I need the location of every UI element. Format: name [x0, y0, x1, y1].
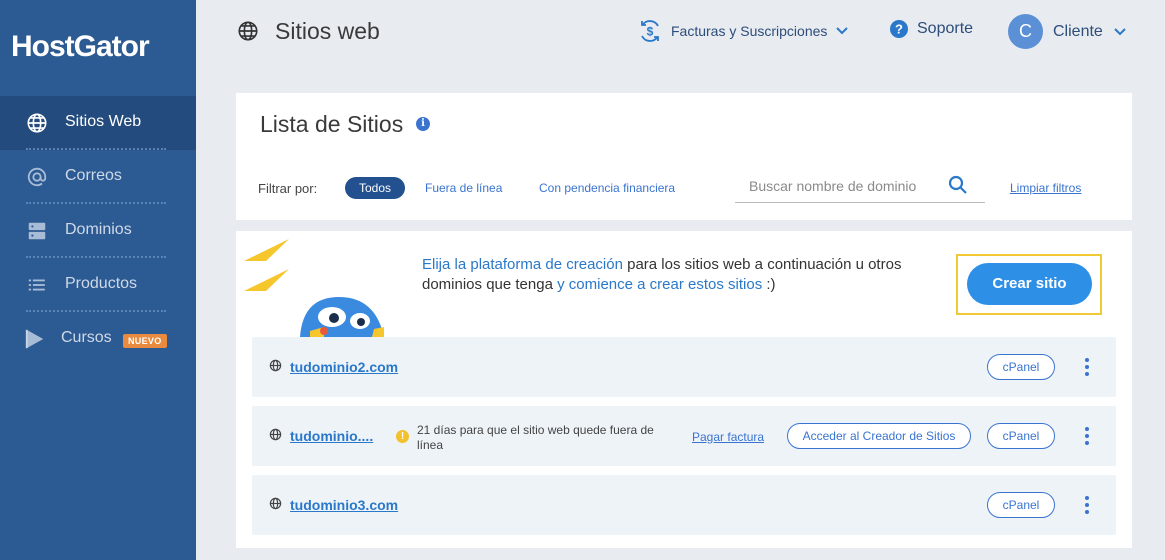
svg-text:?: ? — [895, 22, 903, 37]
sidebar-item-label: Dominios — [65, 221, 132, 238]
list-title: Lista de Sitios — [260, 111, 404, 137]
sidebar-item-sitios-web[interactable]: Sitios Web — [0, 96, 196, 150]
list-icon — [28, 279, 45, 291]
new-badge: NUEVO — [123, 334, 167, 348]
sidebar-item-label: Cursos — [61, 329, 112, 346]
site-list-header: Lista de Sitios i Filtrar por: Todos Fue… — [236, 93, 1132, 220]
globe-icon — [269, 359, 282, 372]
cpanel-button[interactable]: cPanel — [987, 423, 1055, 449]
page-title: Sitios web — [275, 18, 380, 44]
site-builder-button[interactable]: Acceder al Creador de Sitios — [787, 423, 971, 449]
sidebar-item-productos[interactable]: Productos — [0, 258, 196, 312]
globe-icon — [269, 497, 282, 510]
filter-label: Filtrar por: — [258, 181, 318, 196]
sidebar-item-label: Productos — [65, 275, 138, 292]
dollar-cycle-icon: $ — [641, 20, 659, 42]
sidebar: HostGator Sitios Web Correos Dominios Pr… — [0, 0, 196, 560]
cpanel-button[interactable]: cPanel — [987, 492, 1055, 518]
promo-link-platform[interactable]: Elija la plataforma de creación — [422, 256, 623, 273]
hostgator-logo[interactable]: HostGator — [11, 30, 150, 64]
pay-invoice-link[interactable]: Pagar factura — [692, 430, 764, 444]
chevron-down-icon — [836, 27, 849, 35]
domain-link[interactable]: tudominio3.com — [290, 497, 398, 513]
sidebar-item-label: Correos — [65, 167, 122, 184]
globe-icon — [238, 21, 258, 41]
billing-label: Facturas y Suscripciones — [671, 23, 828, 39]
domain-link[interactable]: tudominio.... — [290, 428, 373, 444]
filter-financial-pending[interactable]: Con pendencia financiera — [539, 181, 675, 195]
play-icon — [25, 329, 44, 349]
offline-warning: 21 días para que el sitio web quede fuer… — [417, 423, 654, 452]
user-name: Cliente — [1053, 22, 1103, 40]
help-icon: ? — [890, 20, 908, 38]
promo-link-create[interactable]: y comience a crear estos sitios — [557, 276, 762, 293]
billing-menu[interactable]: $ Facturas y Suscripciones — [637, 18, 849, 44]
avatar: C — [1008, 14, 1043, 49]
table-row: tudominio3.com cPanel — [252, 475, 1116, 535]
sidebar-item-correos[interactable]: Correos — [0, 150, 196, 204]
sidebar-item-cursos[interactable]: Cursos NUEVO — [0, 312, 196, 366]
search-input[interactable] — [749, 178, 949, 194]
create-site-button[interactable]: Crear sitio — [967, 263, 1092, 305]
info-icon[interactable]: i — [416, 117, 430, 131]
promo-text: Elija la plataforma de creación para los… — [422, 256, 902, 293]
table-row: tudominio.... ! 21 días para que el siti… — [252, 406, 1116, 466]
support-link[interactable]: ? Soporte — [889, 19, 973, 39]
server-icon — [28, 222, 46, 240]
svg-text:$: $ — [647, 25, 654, 39]
warning-icon: ! — [396, 430, 409, 443]
search-box — [735, 169, 985, 203]
sidebar-item-dominios[interactable]: Dominios — [0, 204, 196, 258]
filter-offline[interactable]: Fuera de línea — [425, 181, 502, 195]
hostgator-mascot-illustration — [244, 239, 384, 337]
globe-icon — [269, 428, 282, 441]
more-options-icon[interactable] — [1084, 358, 1090, 376]
more-options-icon[interactable] — [1084, 427, 1090, 445]
search-icon[interactable] — [948, 175, 968, 195]
domain-link[interactable]: tudominio2.com — [290, 359, 398, 375]
chevron-down-icon — [1114, 27, 1126, 35]
filter-all[interactable]: Todos — [345, 177, 405, 199]
more-options-icon[interactable] — [1084, 496, 1090, 514]
site-list: Elija la plataforma de creación para los… — [236, 231, 1132, 548]
at-icon — [27, 167, 47, 187]
user-menu[interactable]: C Cliente — [1008, 14, 1127, 49]
globe-icon — [27, 113, 47, 133]
clear-filters-link[interactable]: Limpiar filtros — [1010, 181, 1081, 195]
support-label: Soporte — [917, 20, 974, 37]
cpanel-button[interactable]: cPanel — [987, 354, 1055, 380]
table-row: tudominio2.com cPanel — [252, 337, 1116, 397]
sidebar-item-label: Sitios Web — [65, 113, 142, 130]
